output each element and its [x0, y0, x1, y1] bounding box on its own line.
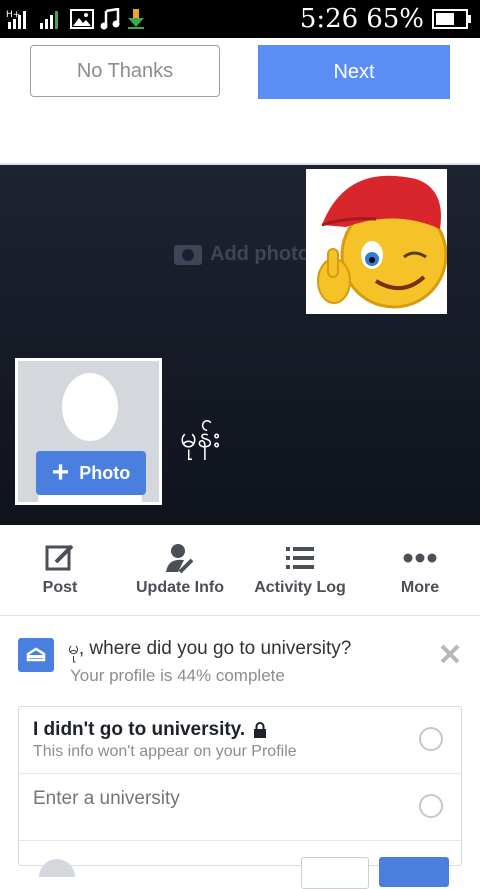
camera-icon: [174, 244, 202, 265]
more-label: More: [400, 579, 440, 596]
user-edit-icon: [164, 541, 196, 575]
card-footer: [19, 841, 461, 889]
winking-emoji-image: [306, 169, 447, 314]
close-icon[interactable]: [438, 642, 462, 666]
status-icons: H+: [6, 8, 146, 30]
globe-icon: [39, 859, 75, 877]
photo-button-label: Photo: [79, 462, 131, 483]
more-button[interactable]: More: [360, 525, 480, 615]
add-cover-photo-button[interactable]: Add photo: [174, 243, 310, 266]
plus-icon: +: [51, 456, 70, 489]
university-prompt-card: မု, where did you go to university? Your…: [0, 616, 480, 889]
profile-name: မုန်း: [180, 420, 221, 455]
add-photo-label: Add photo: [210, 243, 310, 265]
prompt-title: မု, where did you go to university?: [68, 638, 352, 659]
next-button[interactable]: Next: [258, 45, 450, 99]
skip-button[interactable]: [301, 857, 369, 889]
privacy-note: This info won't appear on your Profile: [33, 743, 297, 760]
add-profile-photo-button[interactable]: + Photo: [36, 451, 146, 495]
university-options: I didn't go to university. This info won…: [18, 706, 462, 889]
post-label: Post: [42, 579, 78, 596]
profile-completion-text: Your profile is 44% complete: [70, 666, 285, 685]
top-action-bar: No Thanks Next: [0, 38, 480, 165]
profile-picture[interactable]: + Photo: [15, 358, 162, 505]
post-button[interactable]: Post: [0, 525, 120, 615]
update-info-button[interactable]: Update Info: [120, 525, 240, 615]
profile-actions-bar: Post Update Info Activity Log More: [0, 525, 480, 616]
enter-university-option[interactable]: [19, 774, 461, 841]
activity-log-button[interactable]: Activity Log: [240, 525, 360, 615]
no-university-title: I didn't go to university.: [33, 719, 246, 740]
data-signal-icon: H+: [6, 10, 26, 29]
music-note-icon: [100, 8, 120, 30]
clock: 5:26: [299, 4, 359, 34]
no-university-option[interactable]: I didn't go to university. This info won…: [19, 707, 461, 774]
download-icon: [128, 9, 144, 29]
university-input[interactable]: [33, 788, 373, 810]
status-bar: H+ 5:26 65%: [0, 0, 480, 38]
activity-log-label: Activity Log: [254, 579, 346, 596]
update-info-label: Update Info: [136, 579, 224, 596]
university-radio[interactable]: [419, 794, 443, 818]
no-thanks-button[interactable]: No Thanks: [30, 45, 220, 97]
cover-area: Add photo + Photo မုန်း: [0, 165, 480, 525]
list-icon: [284, 541, 316, 575]
lock-icon: [254, 722, 267, 738]
image-icon: [70, 9, 94, 29]
no-university-radio[interactable]: [419, 727, 443, 751]
battery-percent: 65%: [366, 4, 424, 34]
battery-icon: [432, 9, 471, 29]
signal-bars-icon: [40, 11, 58, 29]
edit-icon: [44, 541, 76, 575]
save-button[interactable]: [379, 857, 449, 887]
education-icon: [18, 638, 54, 672]
cover-photo[interactable]: [306, 169, 447, 314]
more-dots-icon: [403, 541, 437, 575]
